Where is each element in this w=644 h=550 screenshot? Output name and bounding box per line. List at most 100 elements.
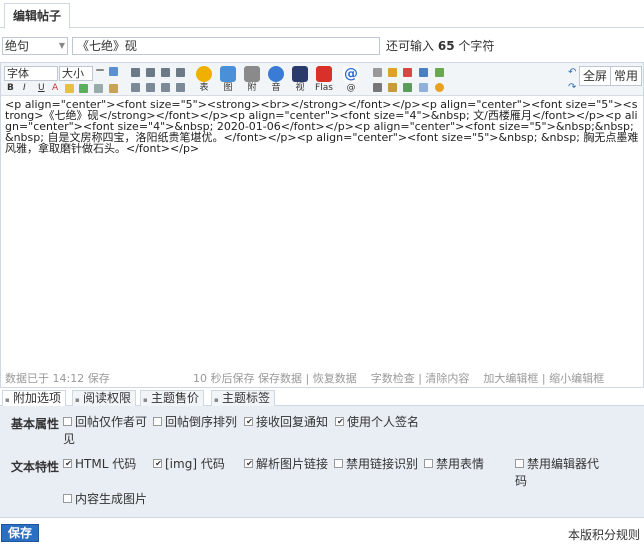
subject-input[interactable]: 《七绝》砚 [72, 37, 380, 55]
link-icon[interactable] [79, 84, 88, 93]
italic-icon[interactable]: I [23, 84, 26, 93]
font-family-select[interactable]: 字体 [4, 66, 58, 81]
use-signature-checkbox[interactable]: 使用个人签名 [335, 414, 419, 431]
flash-button[interactable]: Flas [314, 66, 334, 93]
subject-row: 绝句 ▼ 《七绝》砚 还可输入 65 个字符 [0, 36, 644, 56]
quote-icon[interactable] [373, 68, 382, 77]
mention-label: @ [346, 83, 356, 93]
underline-icon[interactable]: U [38, 84, 45, 93]
align-justify-icon[interactable] [176, 68, 185, 77]
checkbox-box [63, 417, 72, 426]
clear-content-link[interactable]: 清除内容 [425, 372, 469, 385]
image-button[interactable]: 图 [218, 66, 238, 93]
content-to-image-checkbox[interactable]: 内容生成图片 [63, 491, 147, 508]
statusbar-actions: 10 秒后保存 保存数据 | 恢复数据 字数检查 | 清除内容 加大编辑框 | … [193, 372, 605, 385]
free-icon[interactable] [403, 68, 412, 77]
redo-icon[interactable]: ↷ [568, 83, 576, 93]
ordered-list-icon[interactable] [161, 83, 170, 92]
disable-smilies-checkbox[interactable]: 禁用表情 [424, 456, 484, 473]
reply-author-only-checkbox[interactable]: 回帖仅作者可见 [63, 414, 147, 448]
checkbox-label: 禁用链接识别 [346, 457, 419, 471]
align-center-icon[interactable] [146, 68, 155, 77]
char-hint-suffix: 个字符 [458, 39, 495, 53]
font-size-select[interactable]: 大小 [59, 66, 93, 81]
parse-image-links-checkbox[interactable]: 解析图片链接 [244, 456, 328, 473]
tab-thread-tags[interactable]: ▪ 主题标签 [211, 390, 276, 406]
font-family-label: 字体 [7, 67, 29, 80]
tab-label: 阅读权限 [83, 391, 132, 405]
emoji-label: 表 [199, 83, 209, 93]
align-left-icon[interactable] [131, 68, 140, 77]
index-icon[interactable] [403, 83, 412, 92]
checkbox-label: [img] 代码 [165, 457, 225, 471]
code-icon[interactable] [373, 83, 382, 92]
common-mode-button[interactable]: 常用 [610, 66, 643, 86]
tab-extra-options[interactable]: ▪ 附加选项 [2, 390, 67, 407]
fullscreen-button[interactable]: 全屏 [579, 66, 612, 86]
image-label: 图 [223, 83, 233, 93]
forum-points-rules-link[interactable]: 本版积分规则 [568, 526, 640, 543]
lock-icon[interactable] [388, 68, 397, 77]
basic-attributes-label: 基本属性 [11, 417, 60, 431]
checkbox-box [515, 459, 524, 468]
eraser-icon[interactable] [109, 84, 118, 93]
table-icon[interactable] [109, 67, 118, 76]
checkbox-box [153, 417, 162, 426]
tab-marker-icon: ▪ [5, 396, 10, 404]
thread-type-select[interactable]: 绝句 ▼ [2, 37, 68, 55]
unlink-icon[interactable] [94, 84, 103, 93]
thread-type-value: 绝句 [5, 39, 30, 53]
emoji-button[interactable]: 表 [194, 66, 214, 93]
reply-reverse-order-checkbox[interactable]: 回帖倒序排列 [153, 414, 237, 431]
shrink-editor-link[interactable]: 缩小编辑框 [549, 372, 604, 385]
font-color-icon[interactable]: A [52, 84, 58, 93]
font-size-label: 大小 [62, 67, 84, 80]
char-hint-prefix: 还可输入 [386, 39, 435, 53]
checkbox-box [424, 459, 433, 468]
audio-button[interactable]: 音 [266, 66, 286, 93]
float-right-icon[interactable] [146, 83, 155, 92]
tab-marker-icon: ▪ [143, 396, 148, 404]
disable-editor-code-checkbox[interactable]: 禁用编辑器代码 [515, 456, 605, 490]
float-left-icon[interactable] [131, 83, 140, 92]
edit-post-tab[interactable]: 编辑帖子 [4, 3, 71, 29]
bold-icon[interactable]: B [7, 84, 14, 93]
flash-label: Flas [315, 83, 333, 93]
save-data-link[interactable]: 保存数据 [258, 372, 302, 385]
checkbox-label: HTML 代码 [75, 457, 137, 471]
video-button[interactable]: 视 [290, 66, 310, 93]
enlarge-editor-link[interactable]: 加大编辑框 [483, 372, 538, 385]
reply-notify-checkbox[interactable]: 接收回复通知 [244, 414, 328, 431]
smiley-alt-icon[interactable] [435, 83, 444, 92]
checkbox-label: 禁用编辑器代码 [515, 457, 600, 488]
img-code-checkbox[interactable]: [img] 代码 [153, 456, 225, 473]
mention-button[interactable]: @ @ [341, 66, 361, 93]
word-check-link[interactable]: 字数检查 [371, 372, 415, 385]
checkbox-label: 回帖倒序排列 [165, 415, 238, 429]
page-icon[interactable] [419, 68, 428, 77]
hide-icon[interactable] [435, 68, 444, 77]
tab-thread-price[interactable]: ▪ 主题售价 [140, 390, 205, 406]
align-right-icon[interactable] [161, 68, 170, 77]
attachment-label: 附 [247, 83, 257, 93]
tab-read-permission[interactable]: ▪ 阅读权限 [72, 390, 137, 406]
post-editor: 字体 大小 B I U A 表 图 附 音 视 Flas @ @ ↶ ↷ 全屏 … [0, 62, 644, 388]
highlight-icon[interactable] [65, 84, 74, 93]
restore-data-link[interactable]: 恢复数据 [313, 372, 357, 385]
password-icon[interactable] [388, 83, 397, 92]
checkbox-label: 解析图片链接 [256, 457, 329, 471]
options-tabs: ▪ 附加选项 ▪ 阅读权限 ▪ 主题售价 ▪ 主题标签 [0, 390, 644, 407]
flash-icon [316, 66, 332, 82]
html-code-checkbox[interactable]: HTML 代码 [63, 456, 136, 473]
char-count-hint: 还可输入 65 个字符 [386, 38, 494, 54]
editor-content[interactable]: <p align="center"><font size="5"><strong… [5, 99, 641, 369]
disable-link-detect-checkbox[interactable]: 禁用链接识别 [334, 456, 418, 473]
attachment-button[interactable]: 附 [242, 66, 262, 93]
tab-label: 主题标签 [222, 391, 271, 405]
unordered-list-icon[interactable] [176, 83, 185, 92]
film-icon [292, 66, 308, 82]
horizontal-rule-icon[interactable] [96, 69, 104, 71]
tab-icon[interactable] [419, 83, 428, 92]
undo-icon[interactable]: ↶ [568, 68, 576, 78]
save-button[interactable]: 保存 [1, 524, 39, 542]
